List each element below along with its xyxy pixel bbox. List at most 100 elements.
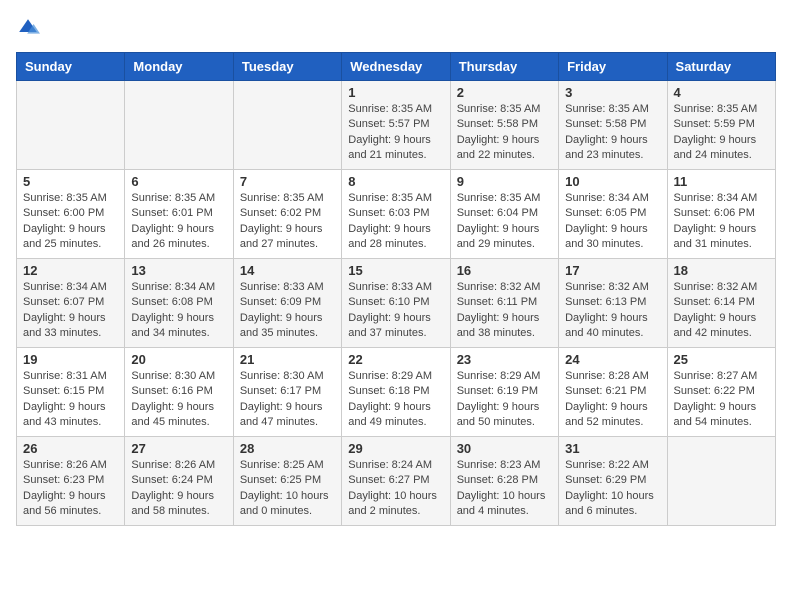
calendar-cell: 29 Sunrise: 8:24 AMSunset: 6:27 PMDayligh… [342,437,450,526]
cell-text: Sunrise: 8:33 AMSunset: 6:10 PMDaylight:… [348,280,443,342]
day-number: 18 [674,263,769,278]
cell-text: Sunrise: 8:35 AMSunset: 6:03 PMDaylight:… [348,191,443,253]
cell-text: Sunrise: 8:35 AMSunset: 5:58 PMDaylight:… [457,102,552,164]
calendar-cell: 7 Sunrise: 8:35 AMSunset: 6:02 PMDaylight… [233,170,341,259]
day-number: 3 [565,85,660,100]
day-header-tuesday: Tuesday [233,53,341,81]
cell-text: Sunrise: 8:29 AMSunset: 6:18 PMDaylight:… [348,369,443,431]
day-header-thursday: Thursday [450,53,558,81]
logo [16,16,44,40]
cell-text: Sunrise: 8:35 AMSunset: 5:58 PMDaylight:… [565,102,660,164]
cell-text: Sunrise: 8:35 AMSunset: 6:01 PMDaylight:… [131,191,226,253]
calendar-cell [17,81,125,170]
calendar-cell: 27 Sunrise: 8:26 AMSunset: 6:24 PMDayligh… [125,437,233,526]
calendar-cell: 5 Sunrise: 8:35 AMSunset: 6:00 PMDaylight… [17,170,125,259]
calendar-cell: 30 Sunrise: 8:23 AMSunset: 6:28 PMDayligh… [450,437,558,526]
day-number: 11 [674,174,769,189]
day-number: 22 [348,352,443,367]
day-header-sunday: Sunday [17,53,125,81]
day-number: 19 [23,352,118,367]
logo-icon [16,16,40,40]
page-header [16,16,776,40]
calendar-cell: 8 Sunrise: 8:35 AMSunset: 6:03 PMDaylight… [342,170,450,259]
calendar-cell: 24Sunrise: 8:28 AMSunset: 6:21 PMDayligh… [559,348,667,437]
day-number: 2 [457,85,552,100]
day-number: 14 [240,263,335,278]
calendar-cell: 2 Sunrise: 8:35 AMSunset: 5:58 PMDaylight… [450,81,558,170]
cell-text: Sunrise: 8:30 AMSunset: 6:17 PMDaylight:… [240,369,335,431]
cell-text: Sunrise: 8:32 AMSunset: 6:14 PMDaylight:… [674,280,769,342]
cell-text: Sunrise: 8:25 AMSunset: 6:25 PMDaylight:… [240,458,335,520]
calendar-cell [233,81,341,170]
day-header-monday: Monday [125,53,233,81]
cell-text: Sunrise: 8:26 AMSunset: 6:23 PMDaylight:… [23,458,118,520]
day-number: 5 [23,174,118,189]
calendar-cell: 20 Sunrise: 8:30 AMSunset: 6:16 PMDayligh… [125,348,233,437]
calendar-table: SundayMondayTuesdayWednesdayThursdayFrid… [16,52,776,526]
cell-text: Sunrise: 8:35 AMSunset: 6:00 PMDaylight:… [23,191,118,253]
day-number: 30 [457,441,552,456]
calendar-cell: 4Sunrise: 8:35 AMSunset: 5:59 PMDaylight… [667,81,775,170]
calendar-cell: 19 Sunrise: 8:31 AMSunset: 6:15 PMDayligh… [17,348,125,437]
day-number: 15 [348,263,443,278]
day-number: 8 [348,174,443,189]
calendar-cell: 6 Sunrise: 8:35 AMSunset: 6:01 PMDaylight… [125,170,233,259]
cell-text: Sunrise: 8:23 AMSunset: 6:28 PMDaylight:… [457,458,552,520]
cell-text: Sunrise: 8:35 AMSunset: 5:57 PMDaylight:… [348,102,443,164]
day-number: 27 [131,441,226,456]
cell-text: Sunrise: 8:34 AMSunset: 6:07 PMDaylight:… [23,280,118,342]
day-number: 23 [457,352,552,367]
calendar-cell: 23Sunrise: 8:29 AMSunset: 6:19 PMDayligh… [450,348,558,437]
day-number: 31 [565,441,660,456]
calendar-cell [125,81,233,170]
day-number: 29 [348,441,443,456]
day-number: 10 [565,174,660,189]
calendar-week-5: 26Sunrise: 8:26 AMSunset: 6:23 PMDayligh… [17,437,776,526]
calendar-cell: 21 Sunrise: 8:30 AMSunset: 6:17 PMDayligh… [233,348,341,437]
calendar-cell: 28 Sunrise: 8:25 AMSunset: 6:25 PMDayligh… [233,437,341,526]
calendar-cell: 25 Sunrise: 8:27 AMSunset: 6:22 PMDayligh… [667,348,775,437]
day-number: 6 [131,174,226,189]
cell-text: Sunrise: 8:27 AMSunset: 6:22 PMDaylight:… [674,369,769,431]
calendar-cell: 9Sunrise: 8:35 AMSunset: 6:04 PMDaylight… [450,170,558,259]
calendar-week-3: 12 Sunrise: 8:34 AMSunset: 6:07 PMDayligh… [17,259,776,348]
cell-text: Sunrise: 8:35 AMSunset: 5:59 PMDaylight:… [674,102,769,164]
calendar-header-row: SundayMondayTuesdayWednesdayThursdayFrid… [17,53,776,81]
calendar-cell: 1 Sunrise: 8:35 AMSunset: 5:57 PMDaylight… [342,81,450,170]
calendar-cell [667,437,775,526]
day-number: 9 [457,174,552,189]
day-number: 16 [457,263,552,278]
day-number: 20 [131,352,226,367]
calendar-cell: 12 Sunrise: 8:34 AMSunset: 6:07 PMDayligh… [17,259,125,348]
calendar-cell: 16Sunrise: 8:32 AMSunset: 6:11 PMDayligh… [450,259,558,348]
cell-text: Sunrise: 8:34 AMSunset: 6:06 PMDaylight:… [674,191,769,253]
calendar-week-1: 1 Sunrise: 8:35 AMSunset: 5:57 PMDaylight… [17,81,776,170]
calendar-cell: 31 Sunrise: 8:22 AMSunset: 6:29 PMDayligh… [559,437,667,526]
calendar-week-2: 5 Sunrise: 8:35 AMSunset: 6:00 PMDaylight… [17,170,776,259]
cell-text: Sunrise: 8:31 AMSunset: 6:15 PMDaylight:… [23,369,118,431]
day-number: 13 [131,263,226,278]
cell-text: Sunrise: 8:33 AMSunset: 6:09 PMDaylight:… [240,280,335,342]
cell-text: Sunrise: 8:34 AMSunset: 6:08 PMDaylight:… [131,280,226,342]
calendar-cell: 18 Sunrise: 8:32 AMSunset: 6:14 PMDayligh… [667,259,775,348]
day-number: 28 [240,441,335,456]
day-number: 1 [348,85,443,100]
day-number: 12 [23,263,118,278]
day-header-friday: Friday [559,53,667,81]
cell-text: Sunrise: 8:28 AMSunset: 6:21 PMDaylight:… [565,369,660,431]
day-number: 25 [674,352,769,367]
calendar-cell: 3 Sunrise: 8:35 AMSunset: 5:58 PMDaylight… [559,81,667,170]
calendar-week-4: 19 Sunrise: 8:31 AMSunset: 6:15 PMDayligh… [17,348,776,437]
cell-text: Sunrise: 8:30 AMSunset: 6:16 PMDaylight:… [131,369,226,431]
cell-text: Sunrise: 8:34 AMSunset: 6:05 PMDaylight:… [565,191,660,253]
day-number: 17 [565,263,660,278]
cell-text: Sunrise: 8:35 AMSunset: 6:02 PMDaylight:… [240,191,335,253]
cell-text: Sunrise: 8:24 AMSunset: 6:27 PMDaylight:… [348,458,443,520]
day-header-saturday: Saturday [667,53,775,81]
calendar-cell: 15 Sunrise: 8:33 AMSunset: 6:10 PMDayligh… [342,259,450,348]
day-number: 7 [240,174,335,189]
day-number: 21 [240,352,335,367]
cell-text: Sunrise: 8:26 AMSunset: 6:24 PMDaylight:… [131,458,226,520]
cell-text: Sunrise: 8:32 AMSunset: 6:13 PMDaylight:… [565,280,660,342]
cell-text: Sunrise: 8:22 AMSunset: 6:29 PMDaylight:… [565,458,660,520]
